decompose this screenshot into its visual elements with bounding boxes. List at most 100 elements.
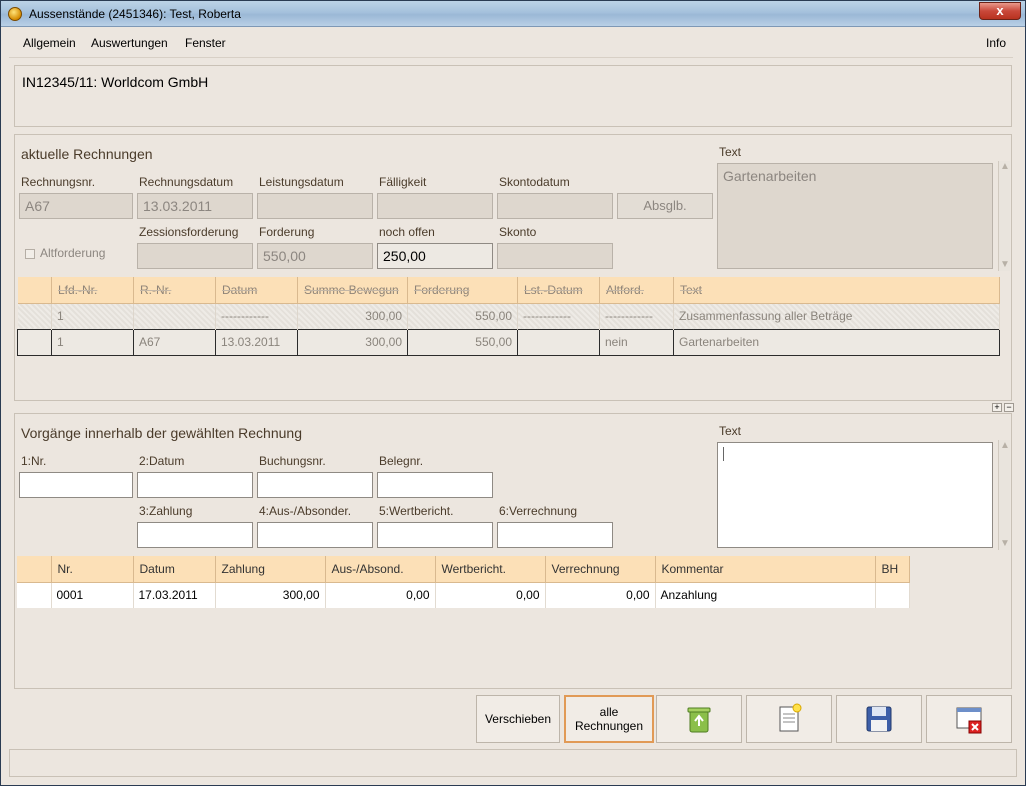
table-cell: ------------ xyxy=(599,303,674,329)
col-nr[interactable]: Nr. xyxy=(51,556,134,583)
table-cell xyxy=(517,328,600,356)
leistungsdatum-field[interactable] xyxy=(257,193,373,219)
invoice-table: Lfd.-Nr. R.-Nr. Datum Summe Bewegun Ford… xyxy=(17,277,1000,356)
table-cell: 550,00 xyxy=(407,328,518,356)
altforderung-checkbox[interactable] xyxy=(25,249,35,259)
col-select[interactable] xyxy=(17,277,52,304)
close-window-icon xyxy=(956,707,982,734)
close-window-button[interactable] xyxy=(926,695,1012,743)
menu-allgemein[interactable]: Allgemein xyxy=(23,36,76,50)
scroll-down-icon[interactable]: ▼ xyxy=(999,259,1011,271)
wertbericht-input[interactable] xyxy=(377,522,493,548)
table-cell: Anzahlung xyxy=(655,582,876,608)
label-rechnungsdatum: Rechnungsdatum xyxy=(139,175,234,189)
invoice-text-area[interactable]: Gartenarbeiten xyxy=(717,163,993,269)
text-cursor xyxy=(723,447,724,461)
menu-info[interactable]: Info xyxy=(986,36,1006,50)
skontodatum-field[interactable] xyxy=(497,193,613,219)
col-kommentar[interactable]: Kommentar xyxy=(655,556,876,583)
close-button[interactable]: x xyxy=(979,2,1021,20)
scroll-up-icon[interactable]: ▲ xyxy=(999,161,1011,173)
table-cell xyxy=(133,303,216,329)
scroll-down-icon[interactable]: ▼ xyxy=(999,538,1011,550)
col-bh[interactable]: BH xyxy=(875,556,910,583)
title-bar[interactable]: Aussenstände (2451346): Test, Roberta x xyxy=(1,1,1025,27)
skonto-field[interactable] xyxy=(497,243,613,269)
label-leistungsdatum: Leistungsdatum xyxy=(259,175,344,189)
noch-offen-field[interactable]: 250,00 xyxy=(377,243,493,269)
label-aus-absonder: 4:Aus-/Absonder. xyxy=(259,504,352,518)
table-cell: 17.03.2011 xyxy=(133,582,216,608)
label-faelligkeit: Fälligkeit xyxy=(379,175,427,189)
verrechnung-input[interactable] xyxy=(497,522,613,548)
rechnungsnr-field[interactable]: A67 xyxy=(19,193,133,219)
save-button[interactable] xyxy=(836,695,922,743)
col-aus-absond[interactable]: Aus-/Absond. xyxy=(325,556,436,583)
col-zahlung[interactable]: Zahlung xyxy=(215,556,326,583)
col-select[interactable] xyxy=(17,556,52,583)
label-zahlung: 3:Zahlung xyxy=(139,504,193,518)
col-lst-datum[interactable]: Lst.-Datum xyxy=(517,277,600,304)
table-cell: A67 xyxy=(133,328,216,356)
belegnr-input[interactable] xyxy=(377,472,493,498)
label-nr: 1:Nr. xyxy=(21,454,47,468)
payment-table: Nr. Datum Zahlung Aus-/Absond. Wertberic… xyxy=(17,556,910,608)
alle-rechnungen-button[interactable]: alle Rechnungen xyxy=(564,695,654,743)
forderung-field[interactable]: 550,00 xyxy=(257,243,373,269)
col-summe[interactable]: Summe Bewegun xyxy=(297,277,408,304)
invoice-text-scrollbar[interactable]: ▲ ▼ xyxy=(998,161,1010,271)
label-altforderung: Altforderung xyxy=(40,246,106,260)
transactions-section-title: Vorgänge innerhalb der gewählten Rechnun… xyxy=(21,425,302,441)
invoice-table-header: Lfd.-Nr. R.-Nr. Datum Summe Bewegun Ford… xyxy=(17,277,1000,304)
table-cell: 13.03.2011 xyxy=(215,328,298,356)
zahlung-input[interactable] xyxy=(137,522,253,548)
collapse-icon[interactable]: − xyxy=(1004,403,1014,412)
scroll-up-icon[interactable]: ▲ xyxy=(999,440,1011,452)
col-datum[interactable]: Datum xyxy=(133,556,216,583)
zessionsforderung-field[interactable] xyxy=(137,243,253,269)
transaction-text-area[interactable] xyxy=(717,442,993,548)
recycle-button[interactable] xyxy=(656,695,742,743)
col-lfd-nr[interactable]: Lfd.-Nr. xyxy=(51,277,134,304)
col-datum[interactable]: Datum xyxy=(215,277,298,304)
rechnungsdatum-field[interactable]: 13.03.2011 xyxy=(137,193,253,219)
nr-input[interactable] xyxy=(19,472,133,498)
col-r-nr[interactable]: R.-Nr. xyxy=(133,277,216,304)
menu-fenster[interactable]: Fenster xyxy=(185,36,226,50)
col-verrechnung[interactable]: Verrechnung xyxy=(545,556,656,583)
verschieben-label: Verschieben xyxy=(484,712,552,726)
table-cell xyxy=(875,582,910,608)
app-icon xyxy=(8,7,22,21)
buchungsnr-input[interactable] xyxy=(257,472,373,498)
table-cell xyxy=(17,303,52,329)
table-cell: 0,00 xyxy=(325,582,436,608)
col-wertbericht[interactable]: Wertbericht. xyxy=(435,556,546,583)
label-transaction-text: Text xyxy=(719,424,742,438)
verschieben-button[interactable]: Verschieben xyxy=(476,695,560,743)
menu-auswertungen[interactable]: Auswertungen xyxy=(91,36,168,50)
table-cell: Zusammenfassung aller Beträge xyxy=(673,303,1000,329)
table-cell: 300,00 xyxy=(215,582,326,608)
table-cell: 0001 xyxy=(51,582,134,608)
table-cell: ------------ xyxy=(517,303,600,329)
transaction-text-scrollbar[interactable]: ▲ ▼ xyxy=(998,440,1010,550)
col-text[interactable]: Text xyxy=(673,277,1000,304)
invoices-section-title: aktuelle Rechnungen xyxy=(21,146,153,162)
transactions-panel: Vorgänge innerhalb der gewählten Rechnun… xyxy=(14,413,1012,689)
table-cell: 0,00 xyxy=(545,582,656,608)
table-row[interactable]: 1 ------------ 300,00 550,00 -----------… xyxy=(17,303,1000,329)
table-row[interactable]: 0001 17.03.2011 300,00 0,00 0,00 0,00 An… xyxy=(17,582,910,608)
table-cell: 300,00 xyxy=(297,328,408,356)
absglb-button[interactable]: Absglb. xyxy=(617,193,713,219)
col-forderung[interactable]: Forderung xyxy=(407,277,518,304)
aus-absonder-input[interactable] xyxy=(257,522,373,548)
faelligkeit-field[interactable] xyxy=(377,193,493,219)
col-altford[interactable]: Altford. xyxy=(599,277,674,304)
save-disk-icon xyxy=(866,706,892,732)
expand-icon[interactable]: + xyxy=(992,403,1002,412)
new-document-button[interactable] xyxy=(746,695,832,743)
table-cell: 1 xyxy=(51,303,134,329)
datum-input[interactable] xyxy=(137,472,253,498)
alle-rechnungen-label-line1: alle xyxy=(599,705,619,719)
table-row[interactable]: 1 A67 13.03.2011 300,00 550,00 nein Gart… xyxy=(17,328,1000,356)
